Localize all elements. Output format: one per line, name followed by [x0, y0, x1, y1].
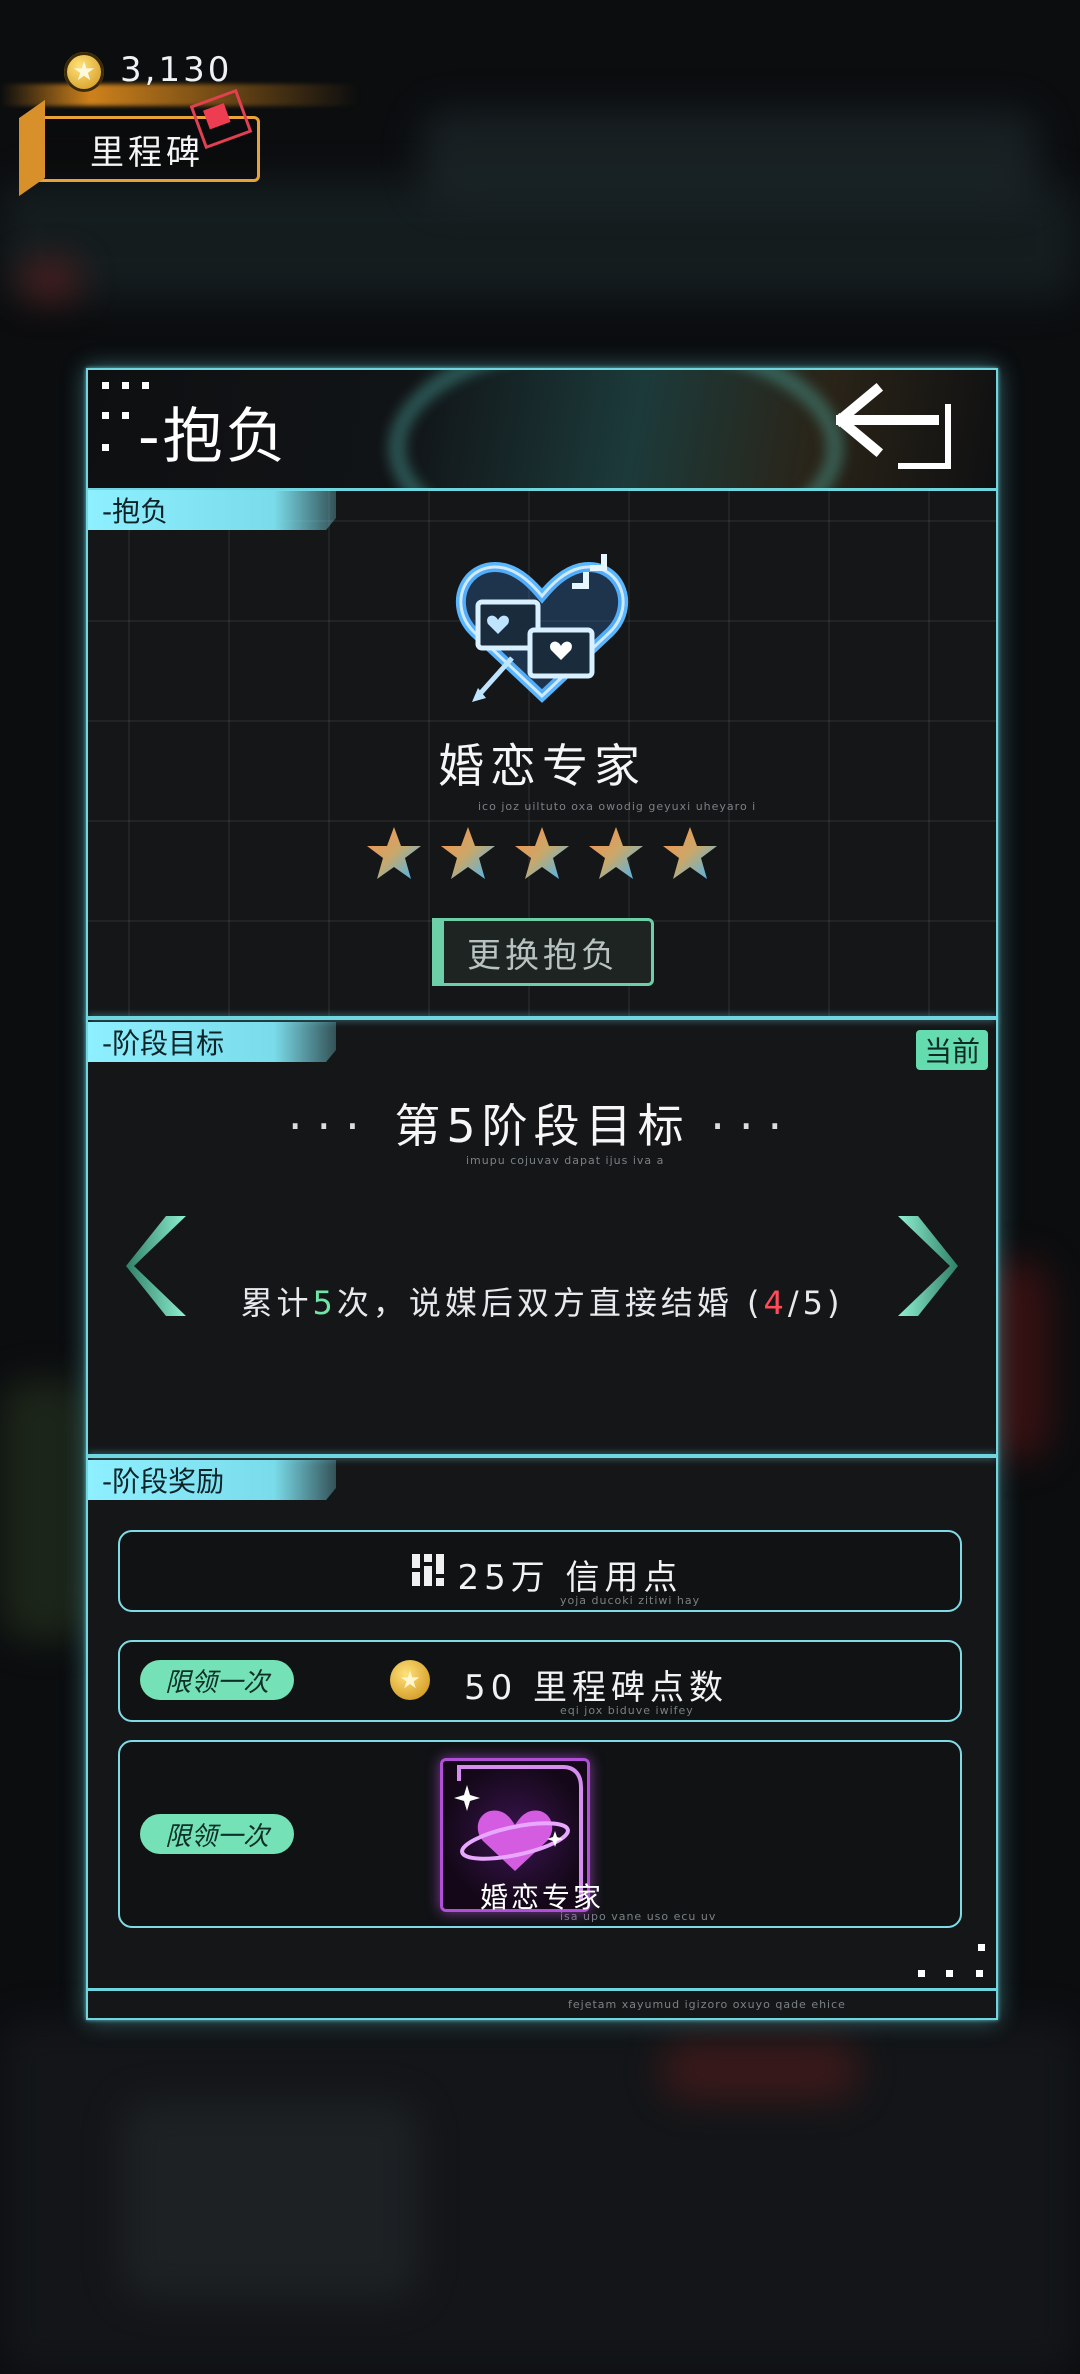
section-divider [88, 1016, 996, 1020]
change-aspiration-button[interactable]: 更换抱负 [432, 918, 654, 986]
goal-progress-current: 4 [763, 1284, 788, 1322]
reward-milestone-text: 50 里程碑点数 [463, 1668, 729, 1708]
goal-count: 5 [312, 1284, 337, 1322]
aspiration-name-subtext: ico joz uiltuto oxa owodig geyuxi uheyar… [478, 800, 757, 813]
reward-credits-subtext: yoja ducoki zitiwi hay [560, 1594, 701, 1607]
stage-title: ··· 第5阶段目标 ··· [88, 1090, 996, 1156]
stage-title-subtext: imupu cojuvav dapat ijus iva a [466, 1154, 665, 1167]
stage-goal-text: 累计5次，说媒后双方直接结婚 (4/5) [88, 1278, 996, 1324]
aspiration-section-tab: -抱负 [88, 490, 336, 530]
coin-value: 3,130 [120, 50, 233, 90]
goal-progress-total: /5) [787, 1284, 844, 1322]
title-dots-left: ··· [287, 1099, 374, 1153]
star-icon [441, 827, 495, 879]
star-icon [589, 827, 643, 879]
stage-title-text: 第5阶段目标 [394, 1099, 690, 1153]
footer-subtext: fejetam xayumud igizoro oxuyo qade ehice [568, 1998, 846, 2011]
back-button[interactable] [832, 378, 956, 478]
aspiration-name: 婚恋专家 [438, 739, 646, 793]
title-dots-right: ··· [710, 1099, 797, 1153]
reward-card-text: 婚恋专家 [479, 1881, 604, 1914]
panel-title: -抱负 [138, 402, 289, 472]
stage-reward-section-tab: -阶段奖励 [88, 1460, 336, 1500]
change-aspiration-label: 更换抱负 [467, 935, 619, 976]
milestone-coin-icon: ★ [64, 52, 104, 92]
star-icon [663, 827, 717, 879]
goal-middle: 次，说媒后双方直接结婚 ( [336, 1284, 764, 1322]
section-divider [88, 1454, 996, 1458]
panel-header: -抱负 [88, 370, 996, 491]
aspiration-stars [364, 824, 724, 894]
current-stage-badge: 当前 [916, 1030, 988, 1070]
stage-goal-section-tab: -阶段目标 [88, 1022, 336, 1062]
reward-credits-text: 25万 信用点 [457, 1558, 683, 1598]
star-icon [367, 827, 421, 879]
top-hud: ★ 3,130 里程碑 [0, 0, 1080, 200]
reward-milestone-subtext: eqi jox biduve iwifey [560, 1704, 694, 1717]
header-glow [388, 370, 844, 488]
heart-chat-emblem-icon [452, 546, 632, 706]
panel-footer-line [88, 1988, 996, 1991]
limit-once-tag: 限领一次 [140, 1814, 294, 1854]
star-icon [515, 827, 569, 879]
goal-prefix: 累计 [240, 1284, 313, 1322]
reward-row-milestone-points: 限领一次 ★ 50 里程碑点数 eqi jox biduve iwifey [118, 1640, 962, 1722]
aspiration-panel: -抱负 -抱负 婚恋专家 ico joz uiltuto oxa owodig … [86, 368, 998, 2020]
back-arrow-icon [832, 382, 951, 469]
milestone-button-label: 里程碑 [90, 132, 204, 173]
reward-row-credits: 25万 信用点 yoja ducoki zitiwi hay [118, 1530, 962, 1612]
